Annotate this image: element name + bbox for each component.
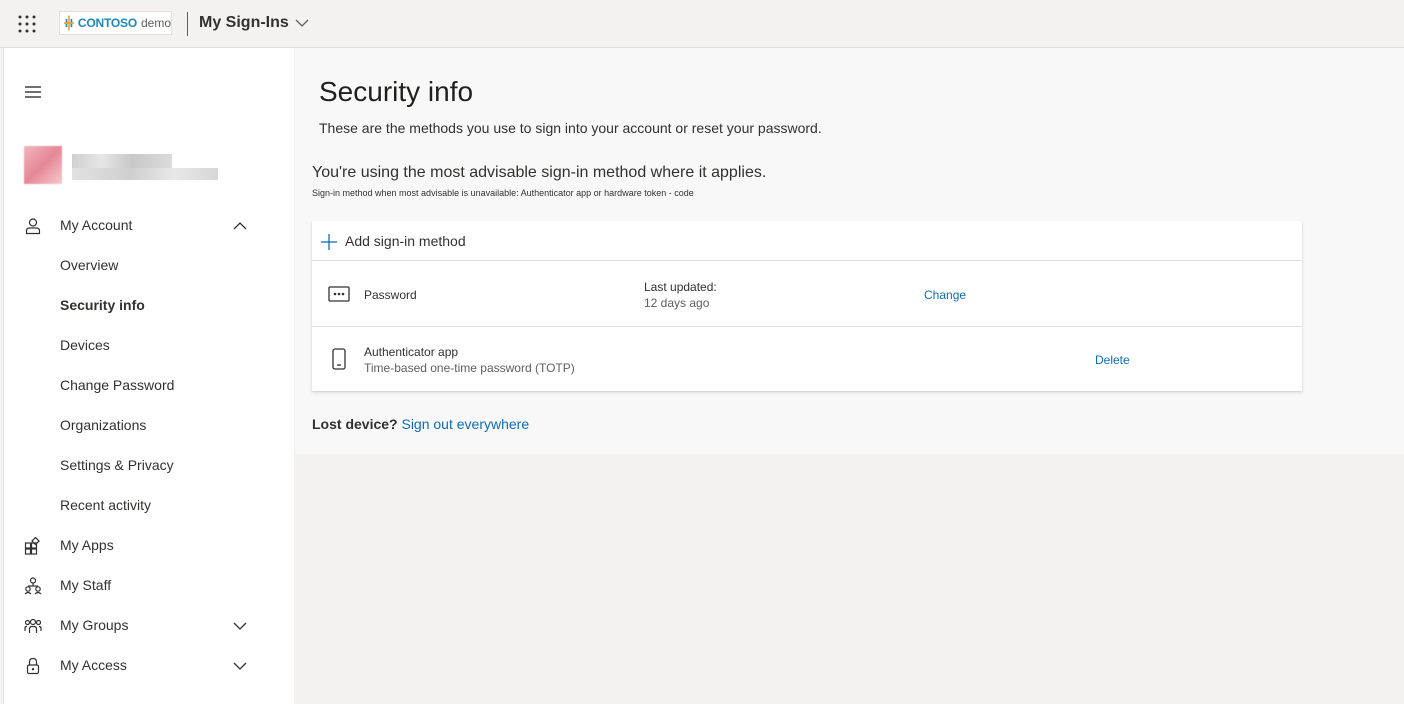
header-divider <box>187 12 188 36</box>
organization-logo[interactable]: CONTOSO demo <box>59 11 172 35</box>
sidebar-item-label: Change Password <box>60 377 175 393</box>
groups-icon <box>24 617 42 635</box>
user-email-redacted <box>72 168 218 180</box>
sidebar: My Account Overview Security info Device… <box>3 48 294 704</box>
method-name: Password <box>364 288 417 302</box>
top-bar: CONTOSO demo My Sign-Ins <box>0 0 1404 48</box>
contoso-mark-icon <box>64 15 74 31</box>
chevron-up-icon[interactable] <box>233 219 247 233</box>
sidebar-item-label: My Staff <box>60 577 112 593</box>
sidebar-item-change-password[interactable]: Change Password <box>4 366 295 406</box>
sidebar-item-my-groups[interactable]: My Groups <box>4 606 295 646</box>
chevron-down-icon[interactable] <box>233 619 247 633</box>
logo-suffix-text: demo <box>140 16 171 30</box>
sidebar-item-label: Overview <box>60 257 119 273</box>
phone-icon <box>332 348 354 370</box>
sidebar-item-recent-activity[interactable]: Recent activity <box>4 486 295 526</box>
avatar <box>24 146 62 184</box>
sidebar-item-label: Recent activity <box>60 497 152 513</box>
sidebar-item-security-info[interactable]: Security info <box>4 286 295 326</box>
logo-brand-text: CONTOSO <box>77 16 137 30</box>
password-dots-icon <box>328 284 350 306</box>
delete-authenticator-link[interactable]: Delete <box>1095 353 1130 367</box>
add-sign-in-method-button[interactable]: Add sign-in method <box>312 221 1302 261</box>
sidebar-item-label: Security info <box>60 297 145 313</box>
page-title: Security info <box>319 76 474 107</box>
last-updated-label: Last updated: <box>644 280 717 294</box>
last-updated-value: 12 days ago <box>644 296 710 310</box>
hamburger-menu-icon[interactable] <box>24 84 42 100</box>
sidebar-item-my-account[interactable]: My Account <box>4 206 295 246</box>
sign-in-methods-card: Add sign-in method Password Last updated… <box>312 221 1302 391</box>
sign-out-everywhere-link[interactable]: Sign out everywhere <box>401 416 529 432</box>
page-description: These are the methods you use to sign in… <box>319 120 822 136</box>
sidebar-item-my-access[interactable]: My Access <box>4 646 295 686</box>
plus-icon <box>321 234 337 250</box>
chevron-down-icon <box>295 19 309 27</box>
sidebar-item-settings-privacy[interactable]: Settings & Privacy <box>4 446 295 486</box>
method-row-password: Password Last updated: 12 days ago Chang… <box>312 262 1302 327</box>
advisable-method-heading: You're using the most advisable sign-in … <box>312 164 767 181</box>
staff-icon <box>24 577 42 595</box>
chevron-down-icon[interactable] <box>233 659 247 673</box>
sidebar-item-devices[interactable]: Devices <box>4 326 295 366</box>
sidebar-item-overview[interactable]: Overview <box>4 246 295 286</box>
add-sign-in-method-label: Add sign-in method <box>345 233 466 249</box>
advisable-method-detail: Sign-in method when most advisable is un… <box>312 188 694 198</box>
method-detail: Time-based one-time password (TOTP) <box>364 361 575 375</box>
sidebar-item-label: My Account <box>60 217 133 233</box>
sidebar-item-label: Organizations <box>60 417 147 433</box>
lost-device-row: Lost device? Sign out everywhere <box>312 416 529 432</box>
main-content: Security info These are the methods you … <box>295 48 1404 454</box>
sidebar-item-organizations[interactable]: Organizations <box>4 406 295 446</box>
user-name-redacted <box>72 154 172 168</box>
lock-icon <box>24 657 42 675</box>
sidebar-item-label: Settings & Privacy <box>60 457 174 473</box>
sidebar-item-label: My Apps <box>60 537 114 553</box>
sidebar-item-my-staff[interactable]: My Staff <box>4 566 295 606</box>
person-icon <box>24 217 42 235</box>
sidebar-item-label: Devices <box>60 337 110 353</box>
method-row-authenticator: Authenticator app Time-based one-time pa… <box>312 327 1302 392</box>
lost-device-label: Lost device? <box>312 416 398 432</box>
app-title: My Sign-Ins <box>199 14 289 31</box>
app-launcher-icon[interactable] <box>18 15 36 33</box>
sidebar-item-label: My Groups <box>60 617 129 633</box>
sidebar-item-my-apps[interactable]: My Apps <box>4 526 295 566</box>
sidebar-item-label: My Access <box>60 657 127 673</box>
method-name: Authenticator app <box>364 345 459 359</box>
apps-icon <box>24 536 42 555</box>
app-switcher[interactable]: My Sign-Ins <box>199 14 309 32</box>
change-password-link[interactable]: Change <box>924 288 966 302</box>
